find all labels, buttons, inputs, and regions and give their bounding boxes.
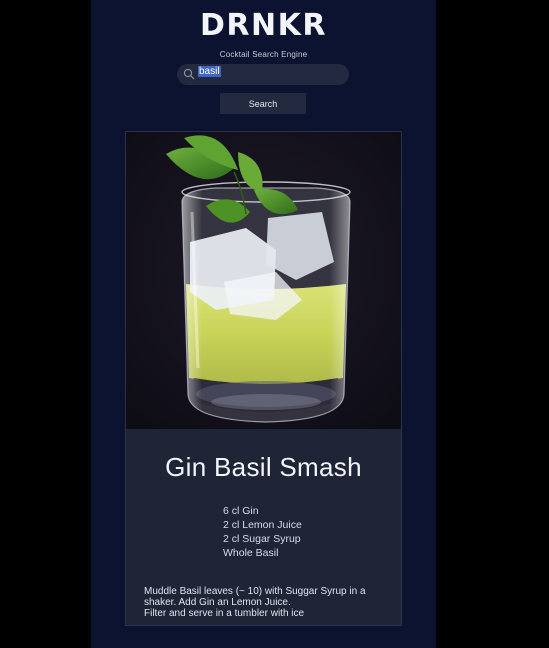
search-input[interactable]: basil [198, 66, 338, 83]
instruction-line: Filter and serve in a tumbler with ice [144, 608, 305, 619]
search-input-value: basil [198, 66, 221, 77]
app-tagline: Cocktail Search Engine [219, 50, 308, 59]
ingredient-item: 2 cl Sugar Syrup [223, 533, 301, 545]
search-icon [183, 68, 195, 80]
instructions: Muddle Basil leaves (~ 10) with Suggar S… [144, 586, 392, 619]
ingredient-list: 6 cl Gin 2 cl Lemon Juice 2 cl Sugar Syr… [223, 504, 302, 560]
cocktail-title: Gin Basil Smash [165, 452, 362, 482]
cocktail-photo [126, 132, 401, 429]
search-button[interactable]: Search [220, 93, 306, 114]
search-bar[interactable]: basil [177, 64, 349, 85]
ingredient-item: 6 cl Gin [223, 505, 259, 517]
ingredient-item: 2 cl Lemon Juice [223, 519, 302, 531]
app-logo[interactable]: DRNKR [91, 8, 436, 43]
ingredient-item: Whole Basil [223, 547, 279, 559]
cocktail-card: Gin Basil Smash 6 cl Gin 2 cl Lemon Juic… [125, 131, 402, 626]
instruction-line: Muddle Basil leaves (~ 10) with Suggar S… [144, 586, 366, 597]
app-column: DRNKR Cocktail Search Engine basil Searc… [91, 0, 436, 648]
cocktail-image [126, 132, 401, 429]
instruction-line: shaker. Add Gin an Lemon Juice. [144, 597, 291, 608]
